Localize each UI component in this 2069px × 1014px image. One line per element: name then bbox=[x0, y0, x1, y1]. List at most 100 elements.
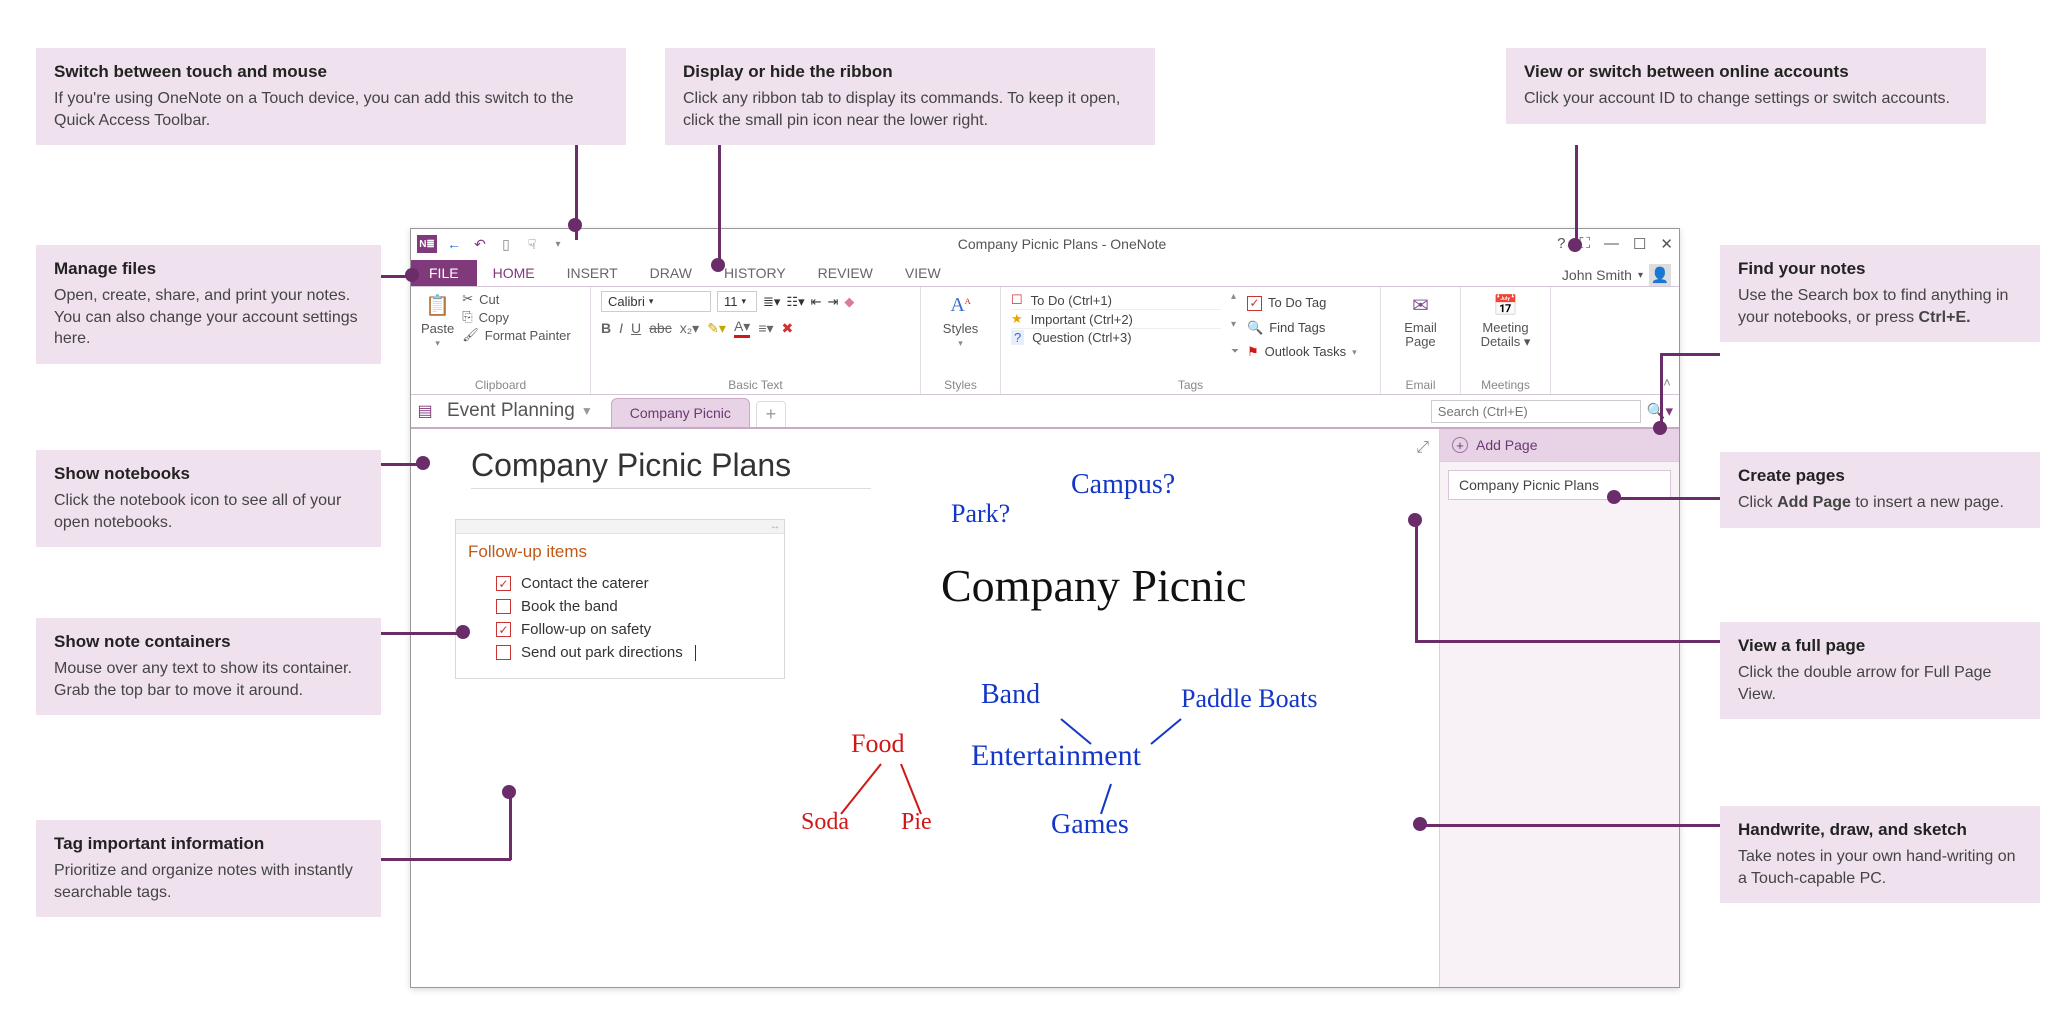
delete-icon[interactable]: ✖ bbox=[782, 320, 794, 337]
note-container-grip[interactable]: ↔ bbox=[456, 520, 784, 534]
callout-bold: Ctrl+E. bbox=[1919, 309, 1971, 326]
tab-insert[interactable]: INSERT bbox=[551, 260, 634, 286]
paste-button[interactable]: 📋 Paste ▾ bbox=[421, 291, 454, 349]
callout-full-page: View a full page Click the double arrow … bbox=[1720, 622, 2040, 719]
bullets-icon[interactable]: ≣▾ bbox=[763, 294, 780, 310]
italic-icon[interactable]: I bbox=[619, 320, 623, 336]
note-container[interactable]: ↔ Follow-up items ✓Contact the caterer ✓… bbox=[455, 519, 785, 679]
tab-draw[interactable]: DRAW bbox=[634, 260, 708, 286]
qat-customize-icon[interactable]: ▾ bbox=[549, 235, 567, 253]
add-section-button[interactable]: + bbox=[756, 401, 786, 427]
page-title[interactable]: Company Picnic Plans bbox=[471, 447, 871, 489]
chevron-down-icon: ▼ bbox=[581, 404, 593, 418]
minimize-icon[interactable]: — bbox=[1604, 235, 1619, 253]
copy-button[interactable]: ⎘Copy bbox=[462, 309, 571, 325]
add-page-button[interactable]: + Add Page bbox=[1440, 429, 1679, 462]
undo-icon[interactable]: ↶ bbox=[471, 235, 489, 253]
close-icon[interactable]: ✕ bbox=[1660, 235, 1673, 253]
notebook-list-icon[interactable]: ▤ bbox=[411, 395, 439, 427]
group-meetings: 📅 MeetingDetails ▾ Meetings bbox=[1461, 287, 1551, 394]
section-tab[interactable]: Company Picnic bbox=[611, 398, 750, 427]
font-name: Calibri bbox=[608, 294, 645, 309]
clear-formatting-icon[interactable]: ◆ bbox=[844, 294, 854, 310]
todo-checkbox-icon[interactable]: ✓ bbox=[496, 622, 511, 637]
underline-icon[interactable]: U bbox=[631, 320, 641, 336]
list-item[interactable]: ✓ Follow-up on safety bbox=[496, 618, 772, 641]
font-name-select[interactable]: Calibri▾ bbox=[601, 291, 711, 312]
tags-gallery-scroll[interactable]: ▴▾⏷ bbox=[1229, 291, 1239, 357]
outlook-tasks-button[interactable]: ⚑Outlook Tasks▾ bbox=[1247, 340, 1357, 365]
account-name: John Smith bbox=[1562, 267, 1632, 283]
text-cursor bbox=[695, 645, 696, 661]
font-size-select[interactable]: 11▾ bbox=[717, 291, 757, 312]
group-email: ✉ EmailPage Email bbox=[1381, 287, 1461, 394]
onenote-window: N≣ ← ↶ ▯ ☟ ▾ Company Picnic Plans - OneN… bbox=[410, 228, 1680, 988]
todo-checkbox-icon: ☐ bbox=[1011, 292, 1023, 308]
flag-icon: ⚑ bbox=[1247, 340, 1259, 365]
indent-icon[interactable]: ⇥ bbox=[828, 294, 839, 310]
todo-checkbox-icon[interactable]: ✓ bbox=[496, 645, 511, 660]
tag-gallery-item[interactable]: ★Important (Ctrl+2) bbox=[1011, 310, 1221, 329]
help-icon[interactable]: ? bbox=[1557, 235, 1565, 253]
item-text: Follow-up on safety bbox=[521, 621, 651, 638]
search-input[interactable] bbox=[1431, 400, 1641, 423]
collapse-ribbon-icon[interactable]: ˄ bbox=[1655, 287, 1679, 394]
subscript-icon[interactable]: x₂▾ bbox=[680, 320, 699, 337]
format-painter-button[interactable]: 🖌Format Painter bbox=[462, 327, 571, 343]
callout-body: Take notes in your own hand-writing on a… bbox=[1738, 846, 2022, 889]
tab-home[interactable]: HOME bbox=[477, 260, 551, 286]
notebook-selector[interactable]: Event Planning ▼ bbox=[439, 395, 601, 427]
ink-text: Games bbox=[1051, 809, 1129, 841]
button-label: To Do Tag bbox=[1268, 291, 1326, 316]
full-page-view-icon[interactable]: ⤢ bbox=[1416, 439, 1429, 457]
plus-icon: + bbox=[1452, 437, 1468, 453]
callout-create-pages: Create pages Click Add Page to insert a … bbox=[1720, 452, 2040, 528]
note-canvas[interactable]: ⤢ Company Picnic Plans ↔ Follow-up items… bbox=[411, 429, 1439, 987]
cut-label: Cut bbox=[479, 292, 499, 307]
dock-icon[interactable]: ▯ bbox=[497, 235, 515, 253]
tab-view[interactable]: VIEW bbox=[889, 260, 957, 286]
highlight-icon[interactable]: ✎▾ bbox=[707, 320, 726, 337]
tag-gallery-item[interactable]: ?Question (Ctrl+3) bbox=[1011, 329, 1221, 346]
chevron-down-icon: ▾ bbox=[435, 338, 440, 349]
callout-title: Show notebooks bbox=[54, 464, 363, 484]
list-item[interactable]: ✓ Contact the caterer bbox=[496, 572, 772, 595]
font-color-icon[interactable]: A▾ bbox=[734, 318, 750, 338]
list-item[interactable]: ✓Send out park directions bbox=[496, 641, 772, 664]
callout-title: Switch between touch and mouse bbox=[54, 62, 608, 82]
meeting-details-button[interactable]: 📅 MeetingDetails ▾ bbox=[1481, 291, 1531, 350]
item-text: Contact the caterer bbox=[521, 575, 649, 592]
tag-gallery-item[interactable]: ☐To Do (Ctrl+1) bbox=[1011, 291, 1221, 310]
tags-gallery[interactable]: ☐To Do (Ctrl+1) ★Important (Ctrl+2) ?Que… bbox=[1011, 291, 1221, 346]
todo-checkbox-icon[interactable]: ✓ bbox=[496, 576, 511, 591]
callout-body: Click Add Page to insert a new page. bbox=[1738, 492, 2022, 514]
maximize-icon[interactable]: ☐ bbox=[1633, 235, 1646, 253]
callout-body: If you're using OneNote on a Touch devic… bbox=[54, 88, 608, 131]
page-area: ⤢ Company Picnic Plans ↔ Follow-up items… bbox=[411, 429, 1679, 987]
styles-button[interactable]: Aᴬ Styles ▾ bbox=[943, 291, 978, 349]
to-do-tag-button[interactable]: ✓To Do Tag bbox=[1247, 291, 1357, 316]
align-icon[interactable]: ≡▾ bbox=[758, 320, 773, 337]
ink-text: Entertainment bbox=[971, 739, 1141, 773]
callout-title: Create pages bbox=[1738, 466, 2022, 486]
star-icon: ★ bbox=[1011, 311, 1023, 327]
page-list-item[interactable]: Company Picnic Plans bbox=[1448, 470, 1671, 500]
numbering-icon[interactable]: ☷▾ bbox=[786, 294, 804, 310]
search-icon: 🔍 bbox=[1247, 316, 1263, 341]
back-icon[interactable]: ← bbox=[445, 235, 463, 253]
outdent-icon[interactable]: ⇤ bbox=[811, 294, 822, 310]
strikethrough-icon[interactable]: abc bbox=[649, 320, 672, 336]
todo-checkbox-icon[interactable]: ✓ bbox=[496, 599, 511, 614]
tab-review[interactable]: REVIEW bbox=[802, 260, 889, 286]
bold-icon[interactable]: B bbox=[601, 320, 611, 336]
callout-bold: Add Page bbox=[1777, 494, 1851, 511]
cut-button[interactable]: ✂Cut bbox=[462, 291, 571, 307]
touch-mode-icon[interactable]: ☟ bbox=[523, 235, 541, 253]
account-area[interactable]: John Smith ▾ 👤 bbox=[1562, 264, 1679, 286]
email-page-button[interactable]: ✉ EmailPage bbox=[1404, 291, 1437, 350]
notebook-bar: ▤ Event Planning ▼ Company Picnic + 🔍▾ bbox=[411, 395, 1679, 429]
list-item[interactable]: ✓Book the band bbox=[496, 595, 772, 618]
tab-file[interactable]: FILE bbox=[411, 260, 477, 286]
group-label: Meetings bbox=[1471, 376, 1540, 392]
find-tags-button[interactable]: 🔍Find Tags bbox=[1247, 316, 1357, 341]
